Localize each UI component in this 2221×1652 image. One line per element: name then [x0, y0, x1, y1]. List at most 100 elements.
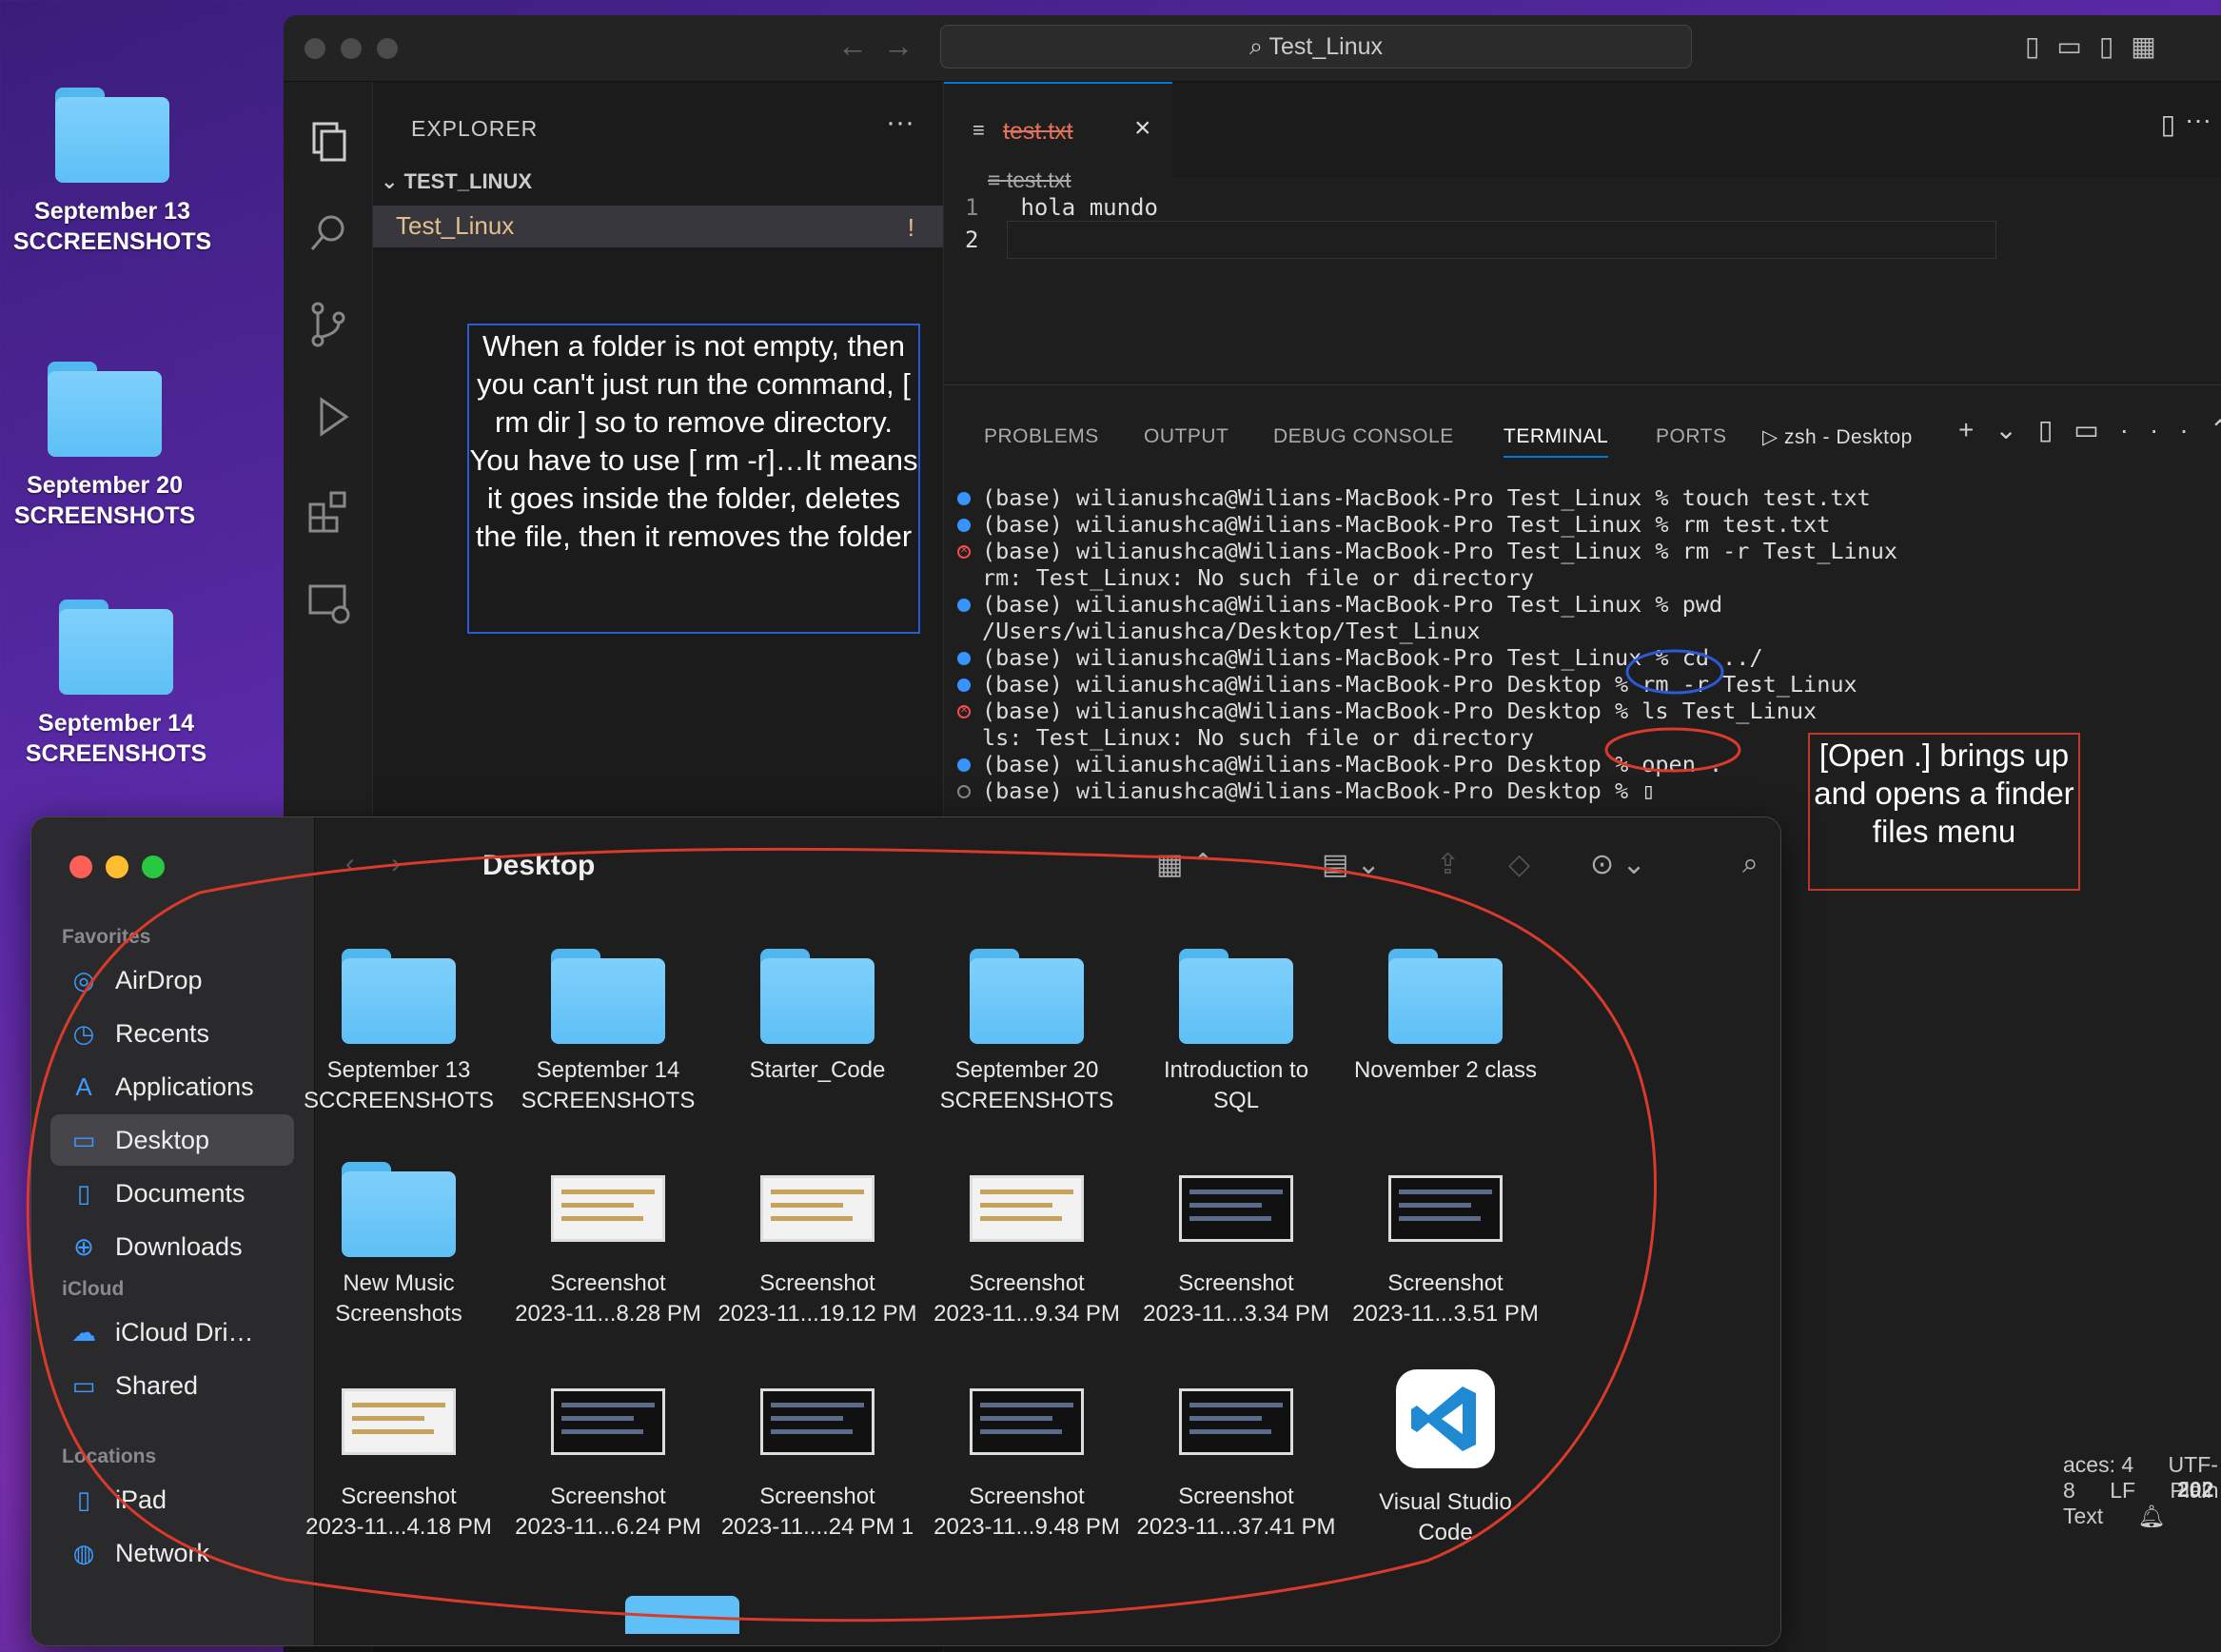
finder-item[interactable]: November 2 class [1341, 949, 1550, 1086]
back-chevron-icon[interactable]: ‹ [345, 848, 355, 880]
breadcrumb[interactable]: ≡ test.txt [988, 167, 1071, 193]
finder-item[interactable]: Starter_Code [713, 949, 922, 1086]
terminal-line: (base) wilianushca@Wilians-MacBook-Pro D… [982, 777, 1656, 804]
minimize-button[interactable] [106, 856, 128, 878]
partial-folder [625, 1596, 739, 1634]
panel-actions[interactable]: +⌄▯▭···⌃ [1958, 414, 2221, 445]
bell-icon[interactable]: 🔔︎ [2138, 1504, 2166, 1528]
finder-item-name-line2: Screenshots [335, 1301, 462, 1327]
back-arrow-icon[interactable]: ← [837, 29, 868, 64]
terminal-line: (base) wilianushca@Wilians-MacBook-Pro D… [982, 698, 1818, 724]
extensions-icon[interactable] [303, 485, 354, 537]
more-actions-icon[interactable]: ··· [886, 107, 914, 139]
terminal-line: (base) wilianushca@Wilians-MacBook-Pro T… [982, 644, 1763, 671]
view-grid-icon[interactable]: ▦ ⌃ [1156, 848, 1215, 881]
command-center-search[interactable]: ⌕ Test_Linux [940, 25, 1692, 69]
finder-item[interactable]: Screenshot 2023-11...4.18 PM [294, 1375, 503, 1543]
minimize-button[interactable] [341, 38, 362, 59]
finder-item[interactable]: Screenshot 2023-11...3.51 PM [1341, 1162, 1550, 1329]
desktop-folder-sep20[interactable]: September 20 SCREENSHOTS [0, 362, 219, 531]
search-icon[interactable] [303, 207, 354, 259]
finder-item-label: Screenshot 2023-11...9.34 PM [922, 1268, 1131, 1329]
sidebar-item-recents[interactable]: ◷ Recents [50, 1008, 294, 1059]
close-button[interactable] [305, 38, 325, 59]
status-eol[interactable]: LF [2110, 1478, 2135, 1503]
finder-item[interactable]: Screenshot 2023-11...3.34 PM [1131, 1162, 1341, 1329]
sidebar-item-downloads[interactable]: ⊕ Downloads [50, 1221, 294, 1272]
sidebar-item-label: Recents [115, 1019, 210, 1048]
sidebar-item-shared[interactable]: ▭ Shared [50, 1360, 294, 1411]
finder-item-label: Screenshot 2023-11....24 PM 1 [713, 1482, 922, 1543]
finder-item[interactable]: Screenshot 2023-11...6.24 PM [503, 1375, 713, 1543]
desktop-folder-sep14[interactable]: September 14 SCREENSHOTS [2, 600, 230, 769]
tab-debug-console[interactable]: DEBUG CONSOLE [1273, 425, 1454, 448]
tab-test-txt[interactable]: ≡ test.txt × [944, 82, 1172, 177]
terminal-line: rm: Test_Linux: No such file or director… [982, 564, 1535, 591]
sidebar-item-icon: A [75, 1072, 92, 1101]
finder-item[interactable]: Screenshot 2023-11...8.28 PM [503, 1162, 713, 1329]
forward-arrow-icon[interactable]: → [883, 29, 914, 64]
tree-item-test-linux[interactable]: Test_Linux ! [373, 206, 943, 247]
sidebar-item-ipad[interactable]: ▯ iPad [50, 1474, 294, 1525]
annotation-note-open: [Open .] brings up and opens a finder fi… [1808, 733, 2080, 891]
forward-chevron-icon[interactable]: › [391, 848, 401, 880]
close-icon[interactable]: × [1134, 112, 1151, 145]
folder-icon [1179, 949, 1293, 1044]
finder-item[interactable]: September 13 SCCREENSHOTS [294, 949, 503, 1116]
sidebar-item-icloud-dri[interactable]: ☁ iCloud Dri… [50, 1307, 294, 1358]
finder-item[interactable]: Visual Studio Code [1341, 1369, 1550, 1548]
sidebar-item-airdrop[interactable]: ◎ AirDrop [50, 954, 294, 1006]
annotation-note-rm-r: When a folder is not empty, then you can… [467, 324, 920, 634]
finder-item[interactable]: Screenshot 2023-11...19.12 PM [713, 1162, 922, 1329]
tab-problems[interactable]: PROBLEMS [984, 425, 1099, 448]
zoom-button[interactable] [377, 38, 398, 59]
sidebar-item-applications[interactable]: A Applications [50, 1061, 294, 1112]
sidebar-item-label: Downloads [115, 1232, 243, 1261]
terminal-status-dot [957, 678, 971, 692]
screenshot-thumbnail [342, 1388, 456, 1455]
vscode-app-icon [1396, 1369, 1495, 1468]
search-icon[interactable]: ⌕ [1742, 848, 1759, 880]
terminal-icon: ▷ [1762, 426, 1784, 448]
remote-explorer-icon[interactable] [303, 577, 354, 628]
explorer-icon[interactable] [303, 116, 354, 167]
sidebar-item-desktop[interactable]: ▭ Desktop [50, 1114, 294, 1166]
run-debug-icon[interactable] [303, 392, 354, 443]
terminal-status-dot [957, 758, 971, 772]
finder-item[interactable]: September 14 SCREENSHOTS [503, 949, 713, 1116]
zoom-button[interactable] [142, 856, 165, 878]
terminal-line: ls: Test_Linux: No such file or director… [982, 724, 1535, 751]
tag-icon[interactable]: ◇ [1508, 848, 1530, 881]
status-spaces[interactable]: aces: 4 [2063, 1452, 2133, 1477]
finder-item-name-line2: SQL [1212, 1088, 1260, 1113]
layout-icons[interactable]: ▯▭▯▦ [2025, 30, 2173, 62]
share-icon[interactable]: ⇪ [1436, 848, 1460, 881]
more-actions-icon[interactable]: ··· [2185, 105, 2211, 135]
sidebar-item-network[interactable]: ◍ Network [50, 1527, 294, 1579]
more-actions-icon[interactable]: ⊙ ⌄ [1590, 848, 1646, 881]
finder-item[interactable]: Screenshot 2023-11....24 PM 1 [713, 1375, 922, 1543]
section-locations: Locations [62, 1446, 157, 1467]
tab-ports[interactable]: PORTS [1656, 425, 1726, 448]
finder-item[interactable]: Screenshot 2023-11...9.48 PM [922, 1375, 1131, 1543]
source-control-icon[interactable] [303, 299, 354, 350]
sidebar-item-documents[interactable]: ▯ Documents [50, 1168, 294, 1219]
code-line[interactable]: 1 hola mundo [965, 194, 1158, 221]
finder-item-label: Screenshot 2023-11...8.28 PM [503, 1268, 713, 1329]
tab-output[interactable]: OUTPUT [1144, 425, 1228, 448]
screenshot-thumbnail [760, 1388, 875, 1455]
split-editor-icon[interactable]: ▯ [2161, 108, 2175, 140]
terminal-selector[interactable]: ▷ zsh - Desktop [1762, 425, 1913, 449]
finder-item[interactable]: September 20 SCREENSHOTS [922, 949, 1131, 1116]
finder-item[interactable]: New Music Screenshots [294, 1162, 503, 1329]
close-button[interactable] [69, 856, 92, 878]
finder-item[interactable]: Screenshot 2023-11...9.34 PM [922, 1162, 1131, 1329]
tab-terminal[interactable]: TERMINAL [1504, 425, 1609, 458]
finder-item[interactable]: Screenshot 2023-11...37.41 PM [1131, 1375, 1341, 1543]
code-line[interactable]: 2 [965, 221, 2221, 259]
folder-icon [342, 1162, 456, 1257]
folder-section[interactable]: ⌄ TEST_LINUX [381, 169, 532, 194]
finder-item[interactable]: Introduction to SQL [1131, 949, 1341, 1116]
group-icon[interactable]: ▤ ⌄ [1322, 848, 1381, 881]
desktop-folder-sep13[interactable]: September 13 SCCREENSHOTS [0, 88, 226, 257]
